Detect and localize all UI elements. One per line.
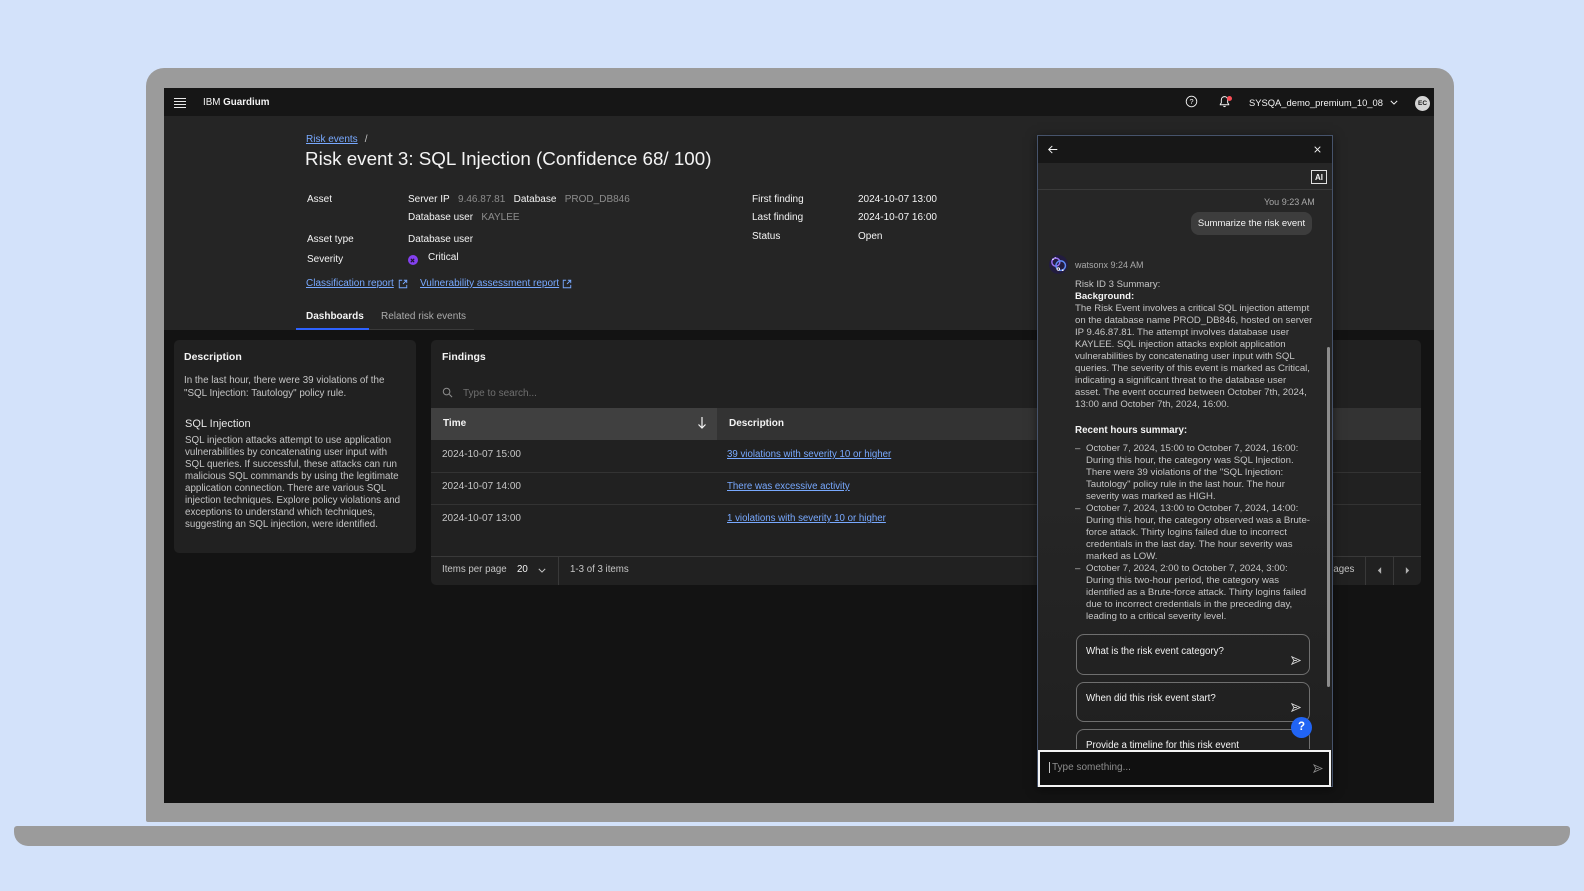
svg-text:?: ? [1189,97,1193,106]
